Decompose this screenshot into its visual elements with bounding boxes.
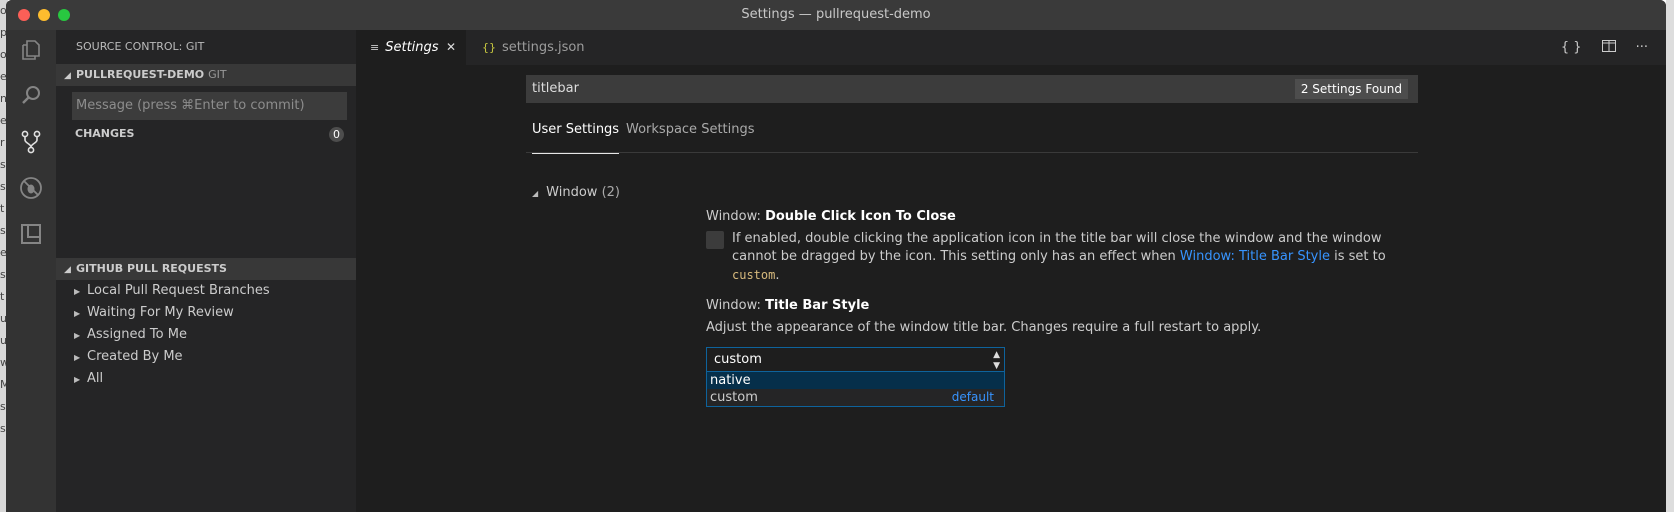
chevron-down-icon: ◢ bbox=[64, 265, 71, 275]
tree-item[interactable]: ▶ Created By Me bbox=[56, 346, 356, 368]
tree-item[interactable]: ▶ Waiting For My Review bbox=[56, 302, 356, 324]
setting-description: If enabled, double clicking the applicat… bbox=[732, 230, 1418, 285]
default-tag: default bbox=[951, 390, 994, 404]
title-bar-style-select[interactable]: custom ▲ ▼ bbox=[706, 347, 1005, 372]
code-value: custom bbox=[732, 268, 776, 282]
setting-name: Double Click Icon To Close bbox=[765, 209, 956, 224]
commit-message-input[interactable]: Message (press ⌘Enter to commit) bbox=[72, 92, 347, 120]
search-value: titlebar bbox=[532, 81, 579, 96]
setting-checkbox[interactable] bbox=[706, 231, 724, 249]
tree-item-label: Local Pull Request Branches bbox=[87, 283, 270, 298]
source-control-icon[interactable] bbox=[16, 127, 46, 157]
pull-requests-header[interactable]: ◢ GITHUB PULL REQUESTS bbox=[56, 258, 356, 280]
toc-count: (2) bbox=[601, 185, 620, 200]
sidebar-title: SOURCE CONTROL: GIT bbox=[76, 40, 205, 53]
option-label: custom bbox=[710, 390, 758, 405]
tab-bar: ≡ Settings ✕ {} settings.json { } ··· bbox=[356, 30, 1666, 65]
select-options: native custom default bbox=[706, 372, 1005, 407]
description-text: is set to bbox=[1330, 249, 1386, 264]
tab-user-settings[interactable]: User Settings bbox=[532, 115, 620, 154]
json-file-icon: {} bbox=[482, 41, 496, 54]
settings-file-icon: ≡ bbox=[370, 41, 380, 54]
setting-title-bar-style: Window: Title Bar Style Adjust the appea… bbox=[706, 297, 1418, 407]
setting-name: Title Bar Style bbox=[765, 298, 870, 313]
toc-item-window[interactable]: ◢ Window (2) bbox=[532, 185, 620, 200]
setting-category: Window: bbox=[706, 209, 766, 224]
side-bar: SOURCE CONTROL: GIT ◢ PULLREQUEST-DEMO GIT… bbox=[56, 30, 356, 512]
pull-requests-section: ◢ GITHUB PULL REQUESTS ▶ Local Pull Reques… bbox=[56, 258, 356, 390]
settings-editor: titlebar 2 Settings Found User Settings … bbox=[526, 75, 1418, 407]
tree-item-label: Created By Me bbox=[87, 349, 183, 364]
chevron-right-icon: ▶ bbox=[74, 375, 81, 384]
tab-settings[interactable]: ≡ Settings ✕ bbox=[356, 30, 466, 65]
changes-group[interactable]: CHANGES 0 bbox=[56, 120, 356, 148]
setting-double-click-icon-to-close: Window: Double Click Icon To Close If en… bbox=[706, 208, 1418, 285]
tab-label: Settings bbox=[385, 40, 439, 55]
more-actions-icon[interactable]: ··· bbox=[1636, 40, 1648, 55]
tree-item[interactable]: ▶ Local Pull Request Branches bbox=[56, 280, 356, 302]
close-icon[interactable]: ✕ bbox=[446, 30, 456, 65]
window-title: Settings — pullrequest-demo bbox=[741, 7, 931, 22]
editor-area: ≡ Settings ✕ {} settings.json { } ··· titl… bbox=[356, 30, 1666, 512]
repo-section-header[interactable]: ◢ PULLREQUEST-DEMO GIT bbox=[56, 64, 356, 86]
chevron-down-icon: ◢ bbox=[532, 189, 539, 198]
select-value: custom bbox=[714, 352, 762, 367]
chevron-right-icon: ▶ bbox=[74, 287, 81, 296]
title-bar: Settings — pullrequest-demo bbox=[6, 0, 1666, 30]
chevron-right-icon: ▶ bbox=[74, 309, 81, 318]
repo-provider: GIT bbox=[208, 68, 227, 81]
toc-label: Window bbox=[546, 185, 598, 200]
chevron-down-icon: ◢ bbox=[64, 71, 71, 81]
select-option-native[interactable]: native bbox=[707, 372, 1004, 389]
tab-workspace-settings[interactable]: Workspace Settings bbox=[626, 115, 755, 153]
settings-search-input[interactable]: titlebar 2 Settings Found bbox=[526, 75, 1418, 103]
chevron-right-icon: ▶ bbox=[74, 353, 81, 362]
description-text: . bbox=[775, 268, 780, 283]
changes-count-badge: 0 bbox=[329, 127, 344, 142]
setting-link[interactable]: Window: Title Bar Style bbox=[1180, 249, 1330, 264]
tree-item-label: Assigned To Me bbox=[87, 327, 187, 342]
pull-requests-title: GITHUB PULL REQUESTS bbox=[76, 262, 227, 275]
tree-item-label: Waiting For My Review bbox=[87, 305, 234, 320]
changes-label: CHANGES bbox=[75, 127, 135, 140]
tab-label: settings.json bbox=[502, 40, 585, 55]
setting-description: Adjust the appearance of the window titl… bbox=[706, 320, 1262, 335]
editor-actions: { } ··· bbox=[1561, 30, 1648, 65]
select-option-custom[interactable]: custom default bbox=[707, 389, 1004, 406]
vscode-window: Settings — pullrequest-demo SOURCE CONTR… bbox=[6, 0, 1666, 512]
search-icon[interactable] bbox=[16, 80, 46, 110]
tree-item[interactable]: ▶ Assigned To Me bbox=[56, 324, 356, 346]
settings-found-badge: 2 Settings Found bbox=[1294, 79, 1408, 99]
settings-scope-tabs: User Settings Workspace Settings bbox=[526, 115, 1418, 154]
setting-category: Window: bbox=[706, 298, 766, 313]
select-arrows-icon: ▲ ▼ bbox=[993, 350, 1000, 371]
background-window-edge-right bbox=[1666, 0, 1674, 512]
tree-item[interactable]: ▶ All bbox=[56, 368, 356, 390]
tree-item-label: All bbox=[87, 371, 104, 386]
open-settings-json-button[interactable]: { } bbox=[1561, 40, 1582, 55]
extensions-icon[interactable] bbox=[16, 219, 46, 249]
repo-name: PULLREQUEST-DEMO bbox=[76, 68, 205, 81]
option-label: native bbox=[710, 373, 751, 388]
activity-bar bbox=[6, 30, 56, 512]
debug-icon[interactable] bbox=[16, 173, 46, 203]
setting-title: Window: Double Click Icon To Close bbox=[706, 208, 1418, 226]
setting-title: Window: Title Bar Style bbox=[706, 297, 1418, 315]
split-editor-icon[interactable] bbox=[1601, 39, 1616, 56]
explorer-icon[interactable] bbox=[16, 35, 46, 65]
tab-settings-json[interactable]: {} settings.json bbox=[468, 30, 586, 65]
chevron-right-icon: ▶ bbox=[74, 331, 81, 340]
